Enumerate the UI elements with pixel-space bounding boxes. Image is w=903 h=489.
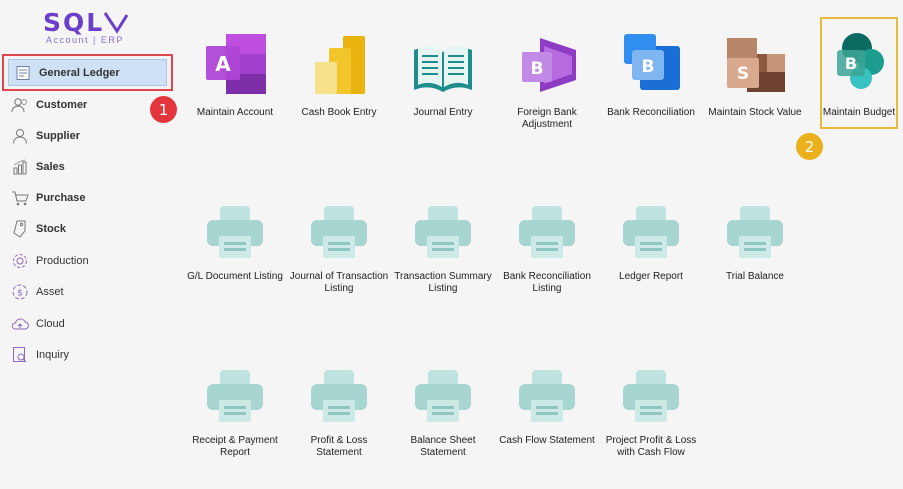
tile-trial-balance[interactable]: Trial Balance <box>703 190 807 283</box>
tile-label: Cash Flow Statement <box>499 435 595 446</box>
customer-icon <box>10 95 30 115</box>
step-2-annotation: 2 <box>796 133 823 160</box>
tile-cash-flow-statement[interactable]: Cash Flow Statement <box>495 354 599 447</box>
tile-label: Balance Sheet Statement <box>410 435 476 458</box>
sidebar-item-label: Production <box>36 255 89 267</box>
tile-maintain-account[interactable]: A Maintain Account <box>183 26 287 119</box>
supplier-icon <box>10 126 30 146</box>
sales-chart-icon <box>10 157 30 177</box>
svg-text:B: B <box>642 57 655 77</box>
tile-label: Profit & Loss Statement <box>310 435 368 458</box>
tile-label: G/L Document Listing <box>187 271 283 282</box>
svg-text:B: B <box>531 59 544 79</box>
tile-ledger-report[interactable]: Ledger Report <box>599 190 703 283</box>
tile-label: Bank Reconciliation <box>607 107 695 118</box>
sidebar-item-sales[interactable]: Sales <box>8 152 170 182</box>
tile-label: Bank Reconciliation Listing <box>503 271 591 294</box>
sidebar-item-supplier[interactable]: Supplier <box>8 121 170 151</box>
brown-squares-app-icon: S <box>703 26 807 96</box>
svg-text:A: A <box>215 52 231 76</box>
printer-icon <box>391 190 495 260</box>
ledger-icon <box>13 63 33 83</box>
printer-icon <box>183 190 287 260</box>
tile-journal-of-transaction-listing[interactable]: Journal of Transaction Listing <box>287 190 391 295</box>
tile-receipt-payment-report[interactable]: Receipt & Payment Report <box>183 354 287 459</box>
tile-cash-book-entry[interactable]: Cash Book Entry <box>287 26 391 119</box>
tile-label: Transaction Summary Listing <box>394 271 492 294</box>
forms-app-icon: B <box>495 26 599 96</box>
sidebar-item-label: Asset <box>36 286 64 298</box>
tile-profit-loss-statement[interactable]: Profit & Loss Statement <box>287 354 391 459</box>
sql-account-logo: SQL Account | ERP <box>30 8 150 50</box>
tile-gl-document-listing[interactable]: G/L Document Listing <box>183 190 287 283</box>
tile-foreign-bank-adjustment[interactable]: B Foreign Bank Adjustment <box>495 26 599 131</box>
sidebar-item-cloud[interactable]: Cloud <box>8 309 170 339</box>
printer-icon <box>495 354 599 424</box>
access-app-icon: A <box>183 26 287 96</box>
tile-transaction-summary-listing[interactable]: Transaction Summary Listing <box>391 190 495 295</box>
printer-icon <box>287 354 391 424</box>
tile-maintain-budget[interactable]: B Maintain Budget <box>807 26 903 119</box>
tile-label: Trial Balance <box>726 271 784 282</box>
tile-bank-reconciliation[interactable]: B Bank Reconciliation <box>599 26 703 119</box>
sidebar-item-label: Stock <box>36 223 66 235</box>
tile-label: Journal Entry <box>413 107 473 118</box>
sidebar-item-label: Cloud <box>36 318 65 330</box>
sharepoint-app-icon: B <box>807 26 903 96</box>
sidebar-item-label: Sales <box>36 161 65 173</box>
tile-bank-reconciliation-listing[interactable]: Bank Reconciliation Listing <box>495 190 599 295</box>
svg-text:$: $ <box>17 289 23 299</box>
sidebar-item-purchase[interactable]: Purchase <box>8 183 170 213</box>
blue-squares-app-icon: B <box>599 26 703 96</box>
logo-text: SQL <box>43 8 105 37</box>
tile-label: Project Profit & Loss with Cash Flow <box>605 435 697 458</box>
gear-icon <box>10 251 30 271</box>
sidebar-item-label: General Ledger <box>39 66 120 79</box>
dollar-icon: $ <box>10 282 30 302</box>
document-search-icon <box>10 345 30 365</box>
tile-label: Journal of Transaction Listing <box>289 271 389 294</box>
stock-tag-icon <box>10 219 30 239</box>
sidebar-item-customer[interactable]: Customer <box>8 90 170 120</box>
printer-icon <box>495 190 599 260</box>
printer-icon <box>599 354 703 424</box>
open-book-icon <box>391 26 495 96</box>
cart-icon <box>10 188 30 208</box>
tile-project-profit-loss-cash-flow[interactable]: Project Profit & Loss with Cash Flow <box>599 354 703 459</box>
tile-balance-sheet-statement[interactable]: Balance Sheet Statement <box>391 354 495 459</box>
svg-text:S: S <box>737 64 749 84</box>
sidebar-item-inquiry[interactable]: Inquiry <box>8 340 170 370</box>
tile-label: Ledger Report <box>619 271 683 282</box>
tile-label: Maintain Account <box>196 107 274 118</box>
sidebar-item-label: Purchase <box>36 192 86 204</box>
svg-text:B: B <box>845 54 857 73</box>
tile-label: Maintain Budget <box>822 107 896 118</box>
powerbi-bars-icon <box>287 26 391 96</box>
tile-label: Receipt & Payment Report <box>192 435 278 458</box>
tile-label: Foreign Bank Adjustment <box>517 107 577 130</box>
step-1-annotation: 1 <box>150 96 177 123</box>
tile-label: Cash Book Entry <box>301 107 377 118</box>
sidebar-item-label: Supplier <box>36 130 81 142</box>
logo-subtext: Account | ERP <box>46 35 124 45</box>
sidebar-item-stock[interactable]: Stock <box>8 214 170 244</box>
sidebar-item-general-ledger[interactable]: General Ledger <box>2 54 173 91</box>
cloud-icon <box>10 314 30 334</box>
tile-journal-entry[interactable]: Journal Entry <box>391 26 495 119</box>
sidebar-item-asset[interactable]: $ Asset <box>8 277 170 307</box>
printer-icon <box>391 354 495 424</box>
sidebar-item-label: Inquiry <box>36 349 70 361</box>
logo-swoosh-icon <box>103 12 129 34</box>
printer-icon <box>183 354 287 424</box>
sidebar-item-production[interactable]: Production <box>8 246 170 276</box>
printer-icon <box>287 190 391 260</box>
sidebar-item-label: Customer <box>36 99 88 111</box>
tile-label: Maintain Stock Value <box>708 107 802 118</box>
printer-icon <box>703 190 807 260</box>
tile-maintain-stock-value[interactable]: S Maintain Stock Value <box>703 26 807 119</box>
printer-icon <box>599 190 703 260</box>
